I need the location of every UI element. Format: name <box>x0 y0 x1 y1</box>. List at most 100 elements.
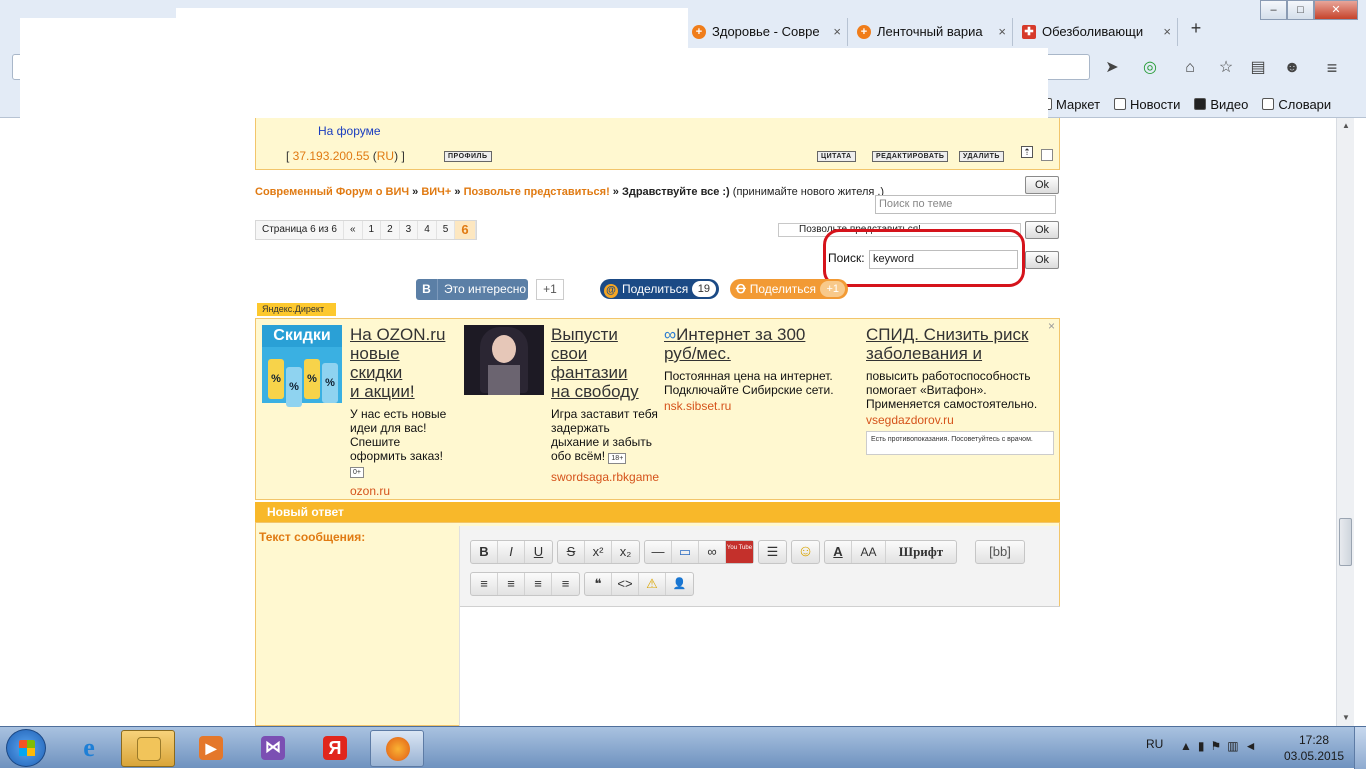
battery-icon[interactable]: ▮ <box>1198 739 1205 753</box>
menu-icon[interactable]: ≡ <box>1322 58 1342 78</box>
page-link[interactable]: 2 <box>381 221 400 239</box>
scroll-thumb[interactable] <box>1339 518 1352 566</box>
page-scrollbar[interactable]: ▲ ▼ <box>1336 118 1354 726</box>
taskbar-firefox[interactable] <box>370 730 424 767</box>
bookmark-dictionaries[interactable]: Словари <box>1262 97 1331 112</box>
scroll-top-icon[interactable]: ⇡ <box>1021 146 1033 158</box>
scroll-up-icon[interactable]: ▲ <box>1337 118 1355 134</box>
page-link[interactable]: 5 <box>437 221 456 239</box>
network-icon[interactable]: ▥ <box>1227 739 1238 753</box>
breadcrumb-hiv[interactable]: ВИЧ+ <box>421 186 451 198</box>
spoiler-button[interactable]: ⚠ <box>639 573 666 595</box>
system-clock[interactable]: 17:28 03.05.2015 <box>1284 732 1344 764</box>
page-link[interactable]: 3 <box>400 221 419 239</box>
breadcrumb-forum[interactable]: Современный Форум о ВИЧ <box>255 186 409 198</box>
mail-share-button[interactable]: @ Поделиться 19 <box>600 279 719 299</box>
link-button[interactable]: ∞ <box>699 541 726 563</box>
align-right-button[interactable]: ≡ <box>525 573 552 595</box>
language-indicator[interactable]: RU <box>1146 737 1163 751</box>
flag-icon[interactable]: ⚑ <box>1211 739 1222 753</box>
select-checkbox[interactable] <box>1041 149 1053 161</box>
underline-button[interactable]: U <box>525 541 552 563</box>
hr-button[interactable]: — <box>645 541 672 563</box>
subscript-button[interactable]: x₂ <box>612 541 639 563</box>
scroll-down-icon[interactable]: ▼ <box>1337 710 1355 726</box>
font-select[interactable]: Шрифт <box>886 541 956 563</box>
quote-button[interactable]: ❝ <box>585 573 612 595</box>
taskbar-media[interactable]: ▶ <box>184 730 238 767</box>
ip-country[interactable]: RU <box>377 149 394 163</box>
bold-button[interactable]: B <box>471 541 498 563</box>
bookmark-market[interactable]: Маркет <box>1040 97 1100 112</box>
ok-share-button[interactable]: Ꝋ Поделиться +1 <box>730 279 848 299</box>
list-button[interactable]: ☰ <box>759 541 786 563</box>
code-button[interactable]: <> <box>612 573 639 595</box>
ad-title[interactable]: СПИД. Снизить риск заболевания и <box>866 325 1056 363</box>
page-link[interactable]: 4 <box>418 221 437 239</box>
breadcrumb-introduce[interactable]: Позвольте представиться! <box>464 186 610 198</box>
jump-ok-button[interactable]: Ok <box>1025 221 1059 239</box>
bookmark-video[interactable]: Видео <box>1194 97 1248 112</box>
game-ad-image[interactable] <box>464 325 544 395</box>
page-link[interactable]: 1 <box>363 221 382 239</box>
profile-button[interactable]: ПРОФИЛЬ <box>444 151 492 162</box>
yandex-direct-tag[interactable]: Яндекс.Директ <box>257 303 337 316</box>
send-icon[interactable]: ➤ <box>1102 58 1122 78</box>
refresh-icon[interactable]: ◎ <box>1140 58 1160 78</box>
smiley-button[interactable]: ☺ <box>792 541 819 563</box>
page-prev[interactable]: « <box>344 221 363 239</box>
bbcode-toggle-button[interactable]: [bb] <box>976 541 1024 563</box>
bookmark-star-icon[interactable]: ☆ <box>1216 58 1236 78</box>
ad-url[interactable]: ozon.ru <box>350 484 456 498</box>
tab-close-icon[interactable]: × <box>998 18 1006 46</box>
quote-button[interactable]: ЦИТАТА <box>817 151 856 162</box>
close-window-button[interactable]: ✕ <box>1314 0 1358 20</box>
taskbar-vs[interactable]: ⋈ <box>246 730 300 767</box>
ad-url[interactable]: nsk.sibset.ru <box>664 399 854 413</box>
ip-address[interactable]: 37.193.200.55 <box>293 149 370 163</box>
tab-1[interactable]: + Здоровье - Совре × <box>686 18 848 46</box>
taskbar-explorer[interactable] <box>121 730 175 767</box>
youtube-button[interactable]: You Tube <box>726 541 753 563</box>
message-textarea[interactable] <box>460 606 1060 726</box>
ad-url[interactable]: swordsaga.rbkgame <box>551 470 659 484</box>
hide-button[interactable]: 👤 <box>666 573 693 595</box>
font-size-button[interactable]: AA <box>852 541 886 563</box>
show-desktop-button[interactable] <box>1354 727 1366 769</box>
edit-button[interactable]: РЕДАКТИРОВАТЬ <box>872 151 949 162</box>
on-forum-link[interactable]: На форуме <box>318 124 381 138</box>
home-icon[interactable]: ⌂ <box>1180 58 1200 78</box>
image-button[interactable]: ▭ <box>672 541 699 563</box>
ad-title[interactable]: ∞Интернет за 300 руб/мес. <box>664 325 854 363</box>
chat-icon[interactable]: ☻ <box>1282 58 1302 78</box>
minimize-button[interactable]: ‒ <box>1260 0 1287 20</box>
ad-url[interactable]: vsegdazdorov.ru <box>866 413 1056 427</box>
align-center-button[interactable]: ≡ <box>498 573 525 595</box>
tab-3[interactable]: ✚ Обезболивающи × <box>1016 18 1178 46</box>
new-tab-button[interactable]: + <box>1186 18 1206 39</box>
tab-close-icon[interactable]: × <box>1163 18 1171 46</box>
tray-expand-icon[interactable]: ▲ <box>1180 739 1192 753</box>
tab-2[interactable]: + Ленточный вариа × <box>851 18 1013 46</box>
strike-button[interactable]: S <box>558 541 585 563</box>
topic-search-ok-button[interactable]: Ok <box>1025 176 1059 194</box>
ad-title[interactable]: Выпусти свои фантазии на свободу <box>551 325 659 401</box>
bookmark-news[interactable]: Новости <box>1114 97 1180 112</box>
topic-search-input[interactable]: Поиск по теме <box>875 195 1056 214</box>
italic-button[interactable]: I <box>498 541 525 563</box>
tab-close-icon[interactable]: × <box>833 18 841 46</box>
vk-share-button[interactable]: В Это интересно <box>416 279 528 300</box>
ozon-sale-image[interactable]: Скидки % % % % <box>262 325 342 407</box>
superscript-button[interactable]: x² <box>585 541 612 563</box>
maximize-button[interactable]: □ <box>1287 0 1314 20</box>
volume-icon[interactable]: ◄ <box>1245 739 1257 753</box>
taskbar-ie[interactable]: e <box>62 730 116 767</box>
reading-list-icon[interactable]: ▤ <box>1248 58 1268 78</box>
text-color-button[interactable]: A <box>825 541 852 563</box>
ad-title[interactable]: На OZON.ru новые скидки и акции! <box>350 325 456 401</box>
justify-button[interactable]: ≡ <box>552 573 579 595</box>
search-ok-button[interactable]: Ok <box>1025 251 1059 269</box>
taskbar-yandex[interactable]: Я <box>308 730 362 767</box>
start-button[interactable] <box>6 729 46 767</box>
align-left-button[interactable]: ≡ <box>471 573 498 595</box>
